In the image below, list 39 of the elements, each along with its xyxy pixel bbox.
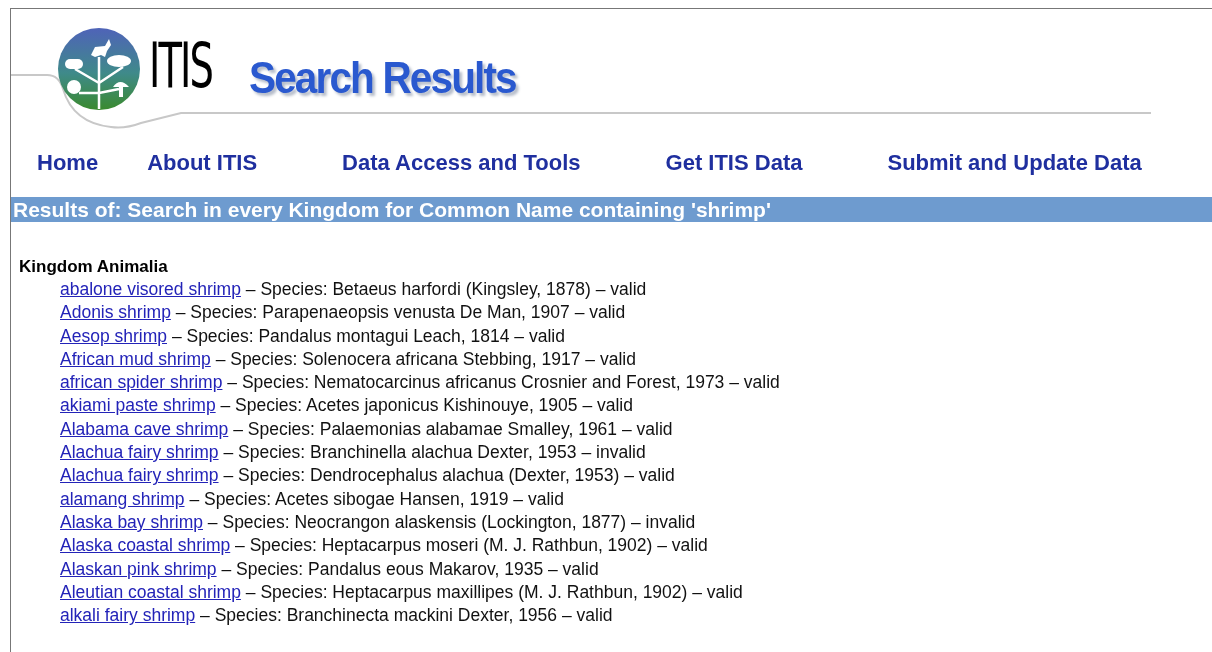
common-name-link[interactable]: Aesop shrimp <box>60 325 167 346</box>
common-name-link[interactable]: Aleutian coastal shrimp <box>60 581 241 602</box>
common-name-link[interactable]: African mud shrimp <box>60 348 211 369</box>
common-name-link[interactable]: Alachua fairy shrimp <box>60 442 219 463</box>
species-detail: – Species: Acetes sibogae Hansen, 1919 – valid <box>189 488 564 509</box>
species-detail: – Species: Nematocarcinus africanus Crosnier and Forest, 1973 – valid <box>227 372 780 393</box>
species-detail: – Species: Acetes japonicus Kishinouye, 1905 – valid <box>220 395 633 416</box>
species-detail: – Species: Pandalus eous Makarov, 1935 – valid <box>221 558 599 579</box>
species-detail: – Species: Neocrangon alaskensis (Lockington, 1877) – invalid <box>207 511 696 532</box>
common-name-link[interactable]: alamang shrimp <box>60 488 185 509</box>
species-detail: – Species: Heptacarpus moseri (M. J. Rathbun, 1902) – valid <box>235 535 708 556</box>
results-banner: Results of: Search in every Kingdom for Common Name containing 'shrimp' <box>11 197 1212 222</box>
common-name-link[interactable]: Alaska coastal shrimp <box>60 535 231 556</box>
nav-link[interactable]: Get ITIS Data <box>665 150 803 176</box>
species-detail: – Species: Palaemonias alabamae Smalley, 1961 – valid <box>233 418 673 439</box>
nav-link[interactable]: Submit and Update Data <box>887 150 1142 176</box>
species-detail: – Species: Heptacarpus maxillipes (M. J. Rathbun, 1902) – valid <box>245 581 743 602</box>
species-detail: – Species: Dendrocephalus alachua (Dexter, 1953) – valid <box>223 465 675 486</box>
common-name-link[interactable]: Alaska bay shrimp <box>60 511 203 532</box>
species-detail: – Species: Branchinecta mackini Dexter, 1956 – valid <box>200 605 613 626</box>
nav-link[interactable]: About ITIS <box>147 150 258 176</box>
nav-link[interactable]: Data Access and Tools <box>342 150 581 176</box>
species-detail: – Species: Pandalus montagui Leach, 1814 – valid <box>171 325 565 346</box>
common-name-link[interactable]: Alabama cave shrimp <box>60 418 229 439</box>
common-name-link[interactable]: alkali fairy shrimp <box>60 605 196 626</box>
common-name-link[interactable]: Alachua fairy shrimp <box>60 465 219 486</box>
common-name-link[interactable]: african spider shrimp <box>60 372 223 393</box>
page-title: Search Results <box>248 53 516 103</box>
common-name-link[interactable]: akiami paste shrimp <box>60 395 216 416</box>
species-detail: – Species: Branchinella alachua Dexter, 1953 – invalid <box>223 442 646 463</box>
logo-text: ITIS <box>149 35 213 97</box>
common-name-link[interactable]: Alaskan pink shrimp <box>60 558 217 579</box>
common-name-link[interactable]: abalone visored shrimp <box>60 279 241 299</box>
nav-link[interactable]: Home <box>37 150 99 176</box>
common-name-link[interactable]: Adonis shrimp <box>60 302 171 323</box>
species-detail: – Species: Betaeus harfordi (Kingsley, 1878) – valid <box>245 279 647 299</box>
species-detail: – Species: Solenocera africana Stebbing, 1917 – valid <box>215 348 636 369</box>
kingdom-heading: Kingdom Animalia <box>19 256 169 278</box>
species-detail: – Species: Parapenaeopsis venusta De Man, 1907 – valid <box>175 302 626 323</box>
